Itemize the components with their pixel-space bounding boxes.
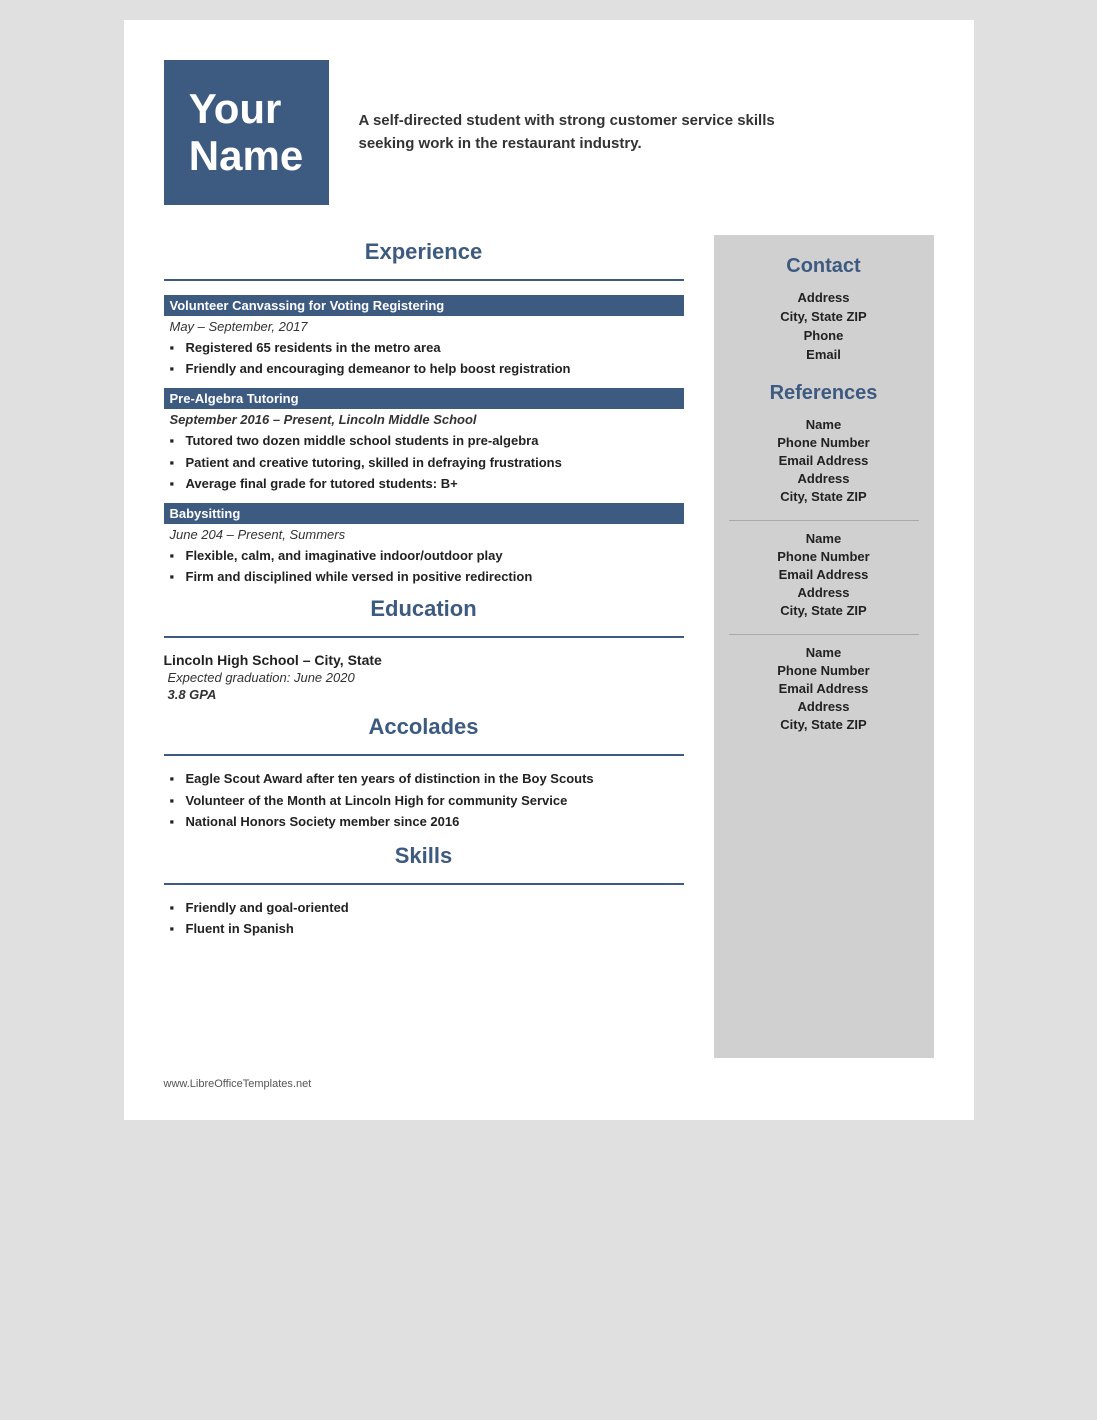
skills-bullets: Friendly and goal-oriented Fluent in Spa… xyxy=(170,899,684,938)
education-title: Education xyxy=(164,596,684,622)
ref-1-address: Address xyxy=(729,471,919,486)
job-2-date: September 2016 – Present, Lincoln Middle… xyxy=(170,412,684,427)
job-3-bullets: Flexible, calm, and imaginative indoor/o… xyxy=(170,547,684,586)
bullet-item: Firm and disciplined while versed in pos… xyxy=(170,568,684,586)
graduation-date: Expected graduation: June 2020 xyxy=(168,670,684,685)
bullet-item: Fluent in Spanish xyxy=(170,920,684,938)
contact-block: Address City, State ZIP Phone Email xyxy=(729,290,919,362)
bullet-item: Friendly and encouraging demeanor to hel… xyxy=(170,360,684,378)
bullet-item: Tutored two dozen middle school students… xyxy=(170,432,684,450)
footer: www.LibreOfficeTemplates.net xyxy=(164,1078,934,1090)
job-3: Babysitting June 204 – Present, Summers … xyxy=(164,503,684,586)
bullet-item: National Honors Society member since 201… xyxy=(170,813,684,831)
job-1: Volunteer Canvassing for Voting Register… xyxy=(164,295,684,378)
skills-title: Skills xyxy=(164,843,684,869)
accolades-title: Accolades xyxy=(164,714,684,740)
experience-title: Experience xyxy=(164,239,684,265)
name-text: Your Name xyxy=(189,86,303,178)
ref-3-city: City, State ZIP xyxy=(729,717,919,732)
contact-email: Email xyxy=(729,347,919,362)
bullet-item: Volunteer of the Month at Lincoln High f… xyxy=(170,792,684,810)
contact-title: Contact xyxy=(729,255,919,278)
job-2-title: Pre-Algebra Tutoring xyxy=(164,388,684,409)
bullet-item: Average final grade for tutored students… xyxy=(170,475,684,493)
job-2: Pre-Algebra Tutoring September 2016 – Pr… xyxy=(164,388,684,493)
skills-divider xyxy=(164,883,684,885)
ref-2-city: City, State ZIP xyxy=(729,603,919,618)
school-name: Lincoln High School – City, State xyxy=(164,652,684,668)
ref-divider-1 xyxy=(729,520,919,521)
ref-2-email: Email Address xyxy=(729,567,919,582)
ref-3-email: Email Address xyxy=(729,681,919,696)
job-2-bullets: Tutored two dozen middle school students… xyxy=(170,432,684,493)
ref-3-name: Name xyxy=(729,645,919,660)
resume-page: Your Name A self-directed student with s… xyxy=(124,20,974,1120)
ref-3-address: Address xyxy=(729,699,919,714)
ref-3-phone: Phone Number xyxy=(729,663,919,678)
job-1-title: Volunteer Canvassing for Voting Register… xyxy=(164,295,684,316)
bullet-item: Registered 65 residents in the metro are… xyxy=(170,339,684,357)
ref-2-phone: Phone Number xyxy=(729,549,919,564)
ref-1-name: Name xyxy=(729,417,919,432)
ref-1-phone: Phone Number xyxy=(729,435,919,450)
ref-1-email: Email Address xyxy=(729,453,919,468)
bullet-item: Flexible, calm, and imaginative indoor/o… xyxy=(170,547,684,565)
name-line1: Your xyxy=(189,85,282,132)
accolades-bullets: Eagle Scout Award after ten years of dis… xyxy=(170,770,684,831)
skills-block: Friendly and goal-oriented Fluent in Spa… xyxy=(164,899,684,938)
job-3-title: Babysitting xyxy=(164,503,684,524)
education-divider xyxy=(164,636,684,638)
main-layout: Experience Volunteer Canvassing for Voti… xyxy=(164,235,934,1058)
references-title: References xyxy=(729,382,919,405)
accolades-block: Eagle Scout Award after ten years of dis… xyxy=(164,770,684,831)
name-box: Your Name xyxy=(164,60,329,205)
contact-phone: Phone xyxy=(729,328,919,343)
ref-3: Name Phone Number Email Address Address … xyxy=(729,645,919,732)
ref-1: Name Phone Number Email Address Address … xyxy=(729,417,919,504)
ref-1-city: City, State ZIP xyxy=(729,489,919,504)
header: Your Name A self-directed student with s… xyxy=(164,60,934,205)
right-column: Contact Address City, State ZIP Phone Em… xyxy=(714,235,934,1058)
name-line2: Name xyxy=(189,132,303,179)
accolades-divider xyxy=(164,754,684,756)
bullet-item: Eagle Scout Award after ten years of dis… xyxy=(170,770,684,788)
footer-url: www.LibreOfficeTemplates.net xyxy=(164,1078,312,1090)
job-1-date: May – September, 2017 xyxy=(170,319,684,334)
left-column: Experience Volunteer Canvassing for Voti… xyxy=(164,235,684,1058)
bullet-item: Friendly and goal-oriented xyxy=(170,899,684,917)
contact-city: City, State ZIP xyxy=(729,309,919,324)
ref-divider-2 xyxy=(729,634,919,635)
tagline: A self-directed student with strong cust… xyxy=(359,110,779,155)
job-1-bullets: Registered 65 residents in the metro are… xyxy=(170,339,684,378)
ref-2-address: Address xyxy=(729,585,919,600)
job-3-date: June 204 – Present, Summers xyxy=(170,527,684,542)
contact-address: Address xyxy=(729,290,919,305)
experience-divider xyxy=(164,279,684,281)
gpa: 3.8 GPA xyxy=(168,687,684,702)
ref-2: Name Phone Number Email Address Address … xyxy=(729,531,919,618)
bullet-item: Patient and creative tutoring, skilled i… xyxy=(170,454,684,472)
ref-2-name: Name xyxy=(729,531,919,546)
education-block: Lincoln High School – City, State Expect… xyxy=(164,652,684,702)
